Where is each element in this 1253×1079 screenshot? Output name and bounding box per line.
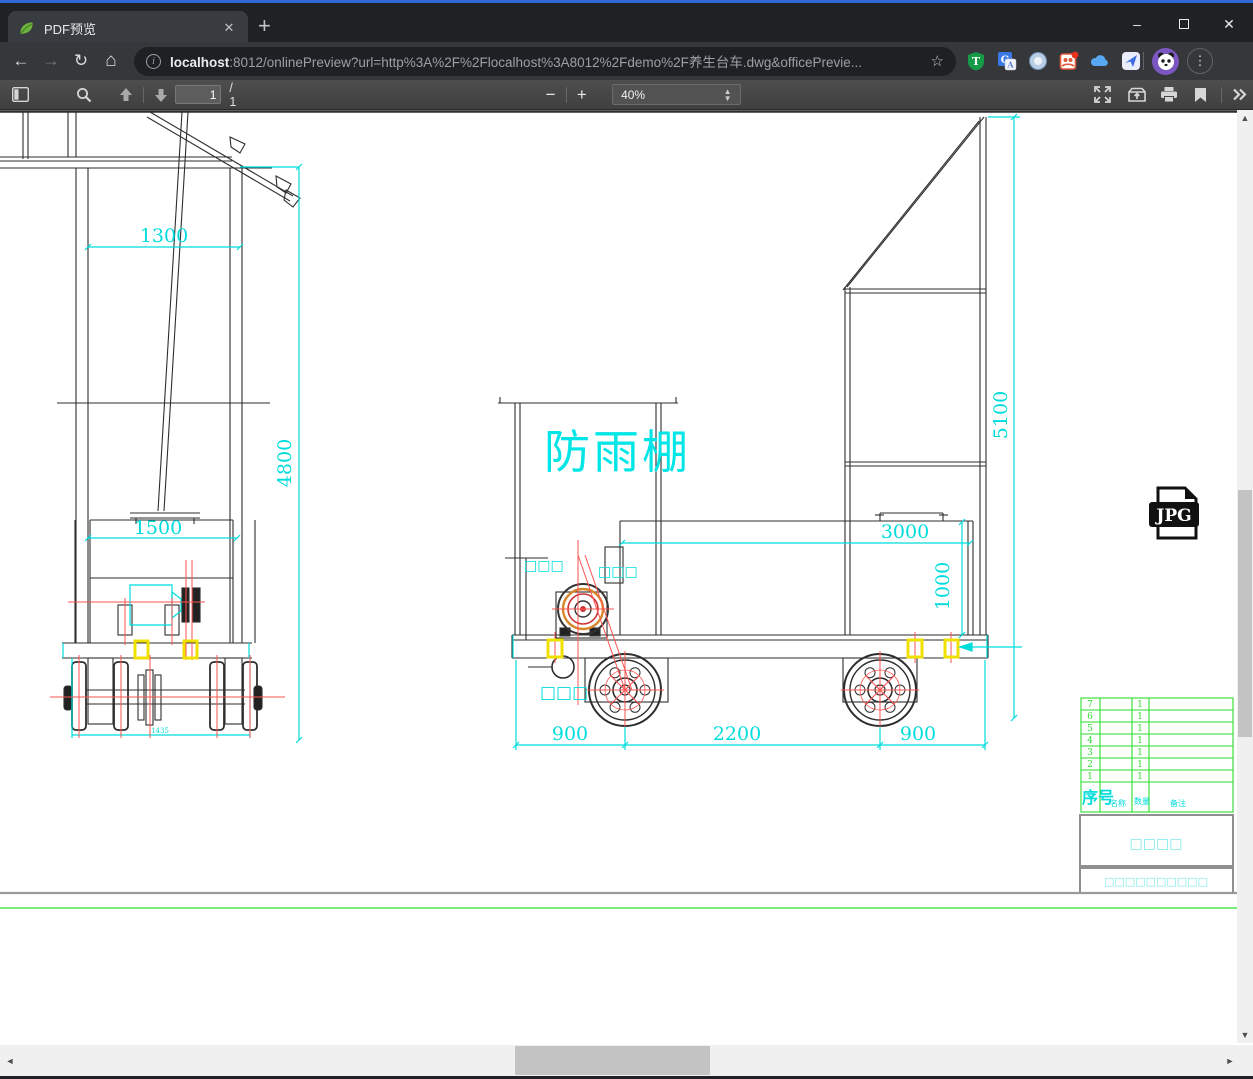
tab-title: PDF预览 [44,21,97,37]
page-count-label: / 1 [229,80,237,109]
svg-text:1: 1 [1137,748,1143,758]
scroll-left-icon[interactable]: ◄ [2,1056,18,1066]
forward-icon[interactable]: → [36,51,66,71]
new-tab-button[interactable]: + [258,15,271,37]
dim-1300: 1300 [140,225,188,247]
dim-1000: 1000 [932,562,954,610]
title-block-header-remark: 备注 [1170,798,1186,808]
translate-extension-icon[interactable]: G A [997,51,1017,71]
spring-leaf-favicon [20,22,33,34]
title-block-header-qty: 数量 [1134,796,1150,806]
bird-extension-icon[interactable] [1121,51,1141,71]
url-host: localhost [170,55,230,70]
svg-text:1: 1 [1137,760,1143,770]
side-view [498,116,989,703]
vertical-scrollbar[interactable]: ▲ ▼ [1237,110,1253,1043]
sidebar-toggle-icon[interactable] [6,87,34,102]
profile-avatar[interactable] [1152,47,1179,75]
zoom-in-button[interactable]: + [570,85,594,105]
tools-menu-icon[interactable] [1225,88,1253,101]
home-icon[interactable]: ⌂ [96,50,126,72]
dim-2200: 2200 [713,723,761,745]
open-file-icon[interactable] [1123,87,1151,103]
browser-toolbar: ← → ↻ ⌂ i localhost:8012/onlinePreview?u… [0,42,1253,80]
pdf-page-canvas[interactable]: 1300 4800 1500 1435 防雨棚 3000 1000 5100 9… [0,110,1237,1043]
browser-menu-icon[interactable]: ⋮ [1187,48,1213,74]
small-cad-text-a: □□□ [524,558,564,574]
bookmark-view-icon[interactable] [1187,87,1215,103]
jpg-file-icon: JPG [1149,486,1199,540]
back-icon[interactable]: ← [6,51,36,71]
label-rain-shelter: 防雨棚 [544,425,691,479]
small-cad-text-b: □□□ [598,564,638,580]
vertical-scrollbar-thumb[interactable] [1238,490,1252,737]
window-close-button[interactable]: ✕ [1214,13,1244,35]
svg-text:1: 1 [1137,700,1143,710]
cad-drawing: 1300 4800 1500 1435 防雨棚 3000 1000 5100 9… [0,110,1237,909]
dim-900-left: 900 [552,723,588,745]
window-minimize-button[interactable]: – [1122,13,1152,35]
page-info-icon[interactable]: i [146,53,161,69]
tampermonkey-extension-icon[interactable]: T [966,51,986,71]
find-previous-icon[interactable] [112,87,140,103]
reload-icon[interactable]: ↻ [66,51,96,71]
find-next-icon[interactable] [147,87,175,103]
extensions-row: T G A [966,51,1141,71]
scroll-right-icon[interactable]: ► [1222,1056,1238,1066]
tab-pdf-preview[interactable]: PDF预览 ✕ [8,11,248,45]
svg-text:1: 1 [1137,736,1143,746]
title-block-drawing-code: □□□□□□□□□□ [1104,875,1208,888]
zoom-caret-icon: ▲ ▼ [723,86,732,103]
presentation-mode-icon[interactable] [1089,86,1117,103]
svg-text:A: A [1006,60,1014,70]
horizontal-scrollbar-thumb[interactable] [515,1046,710,1075]
svg-text:1: 1 [1137,772,1143,782]
svg-text:4: 4 [1087,736,1093,746]
scroll-up-icon[interactable]: ▲ [1237,113,1253,123]
url-path: :8012/onlinePreview?url=http%3A%2F%2Floc… [229,55,862,70]
svg-text:T: T [972,55,981,68]
dim-1500: 1500 [134,517,182,539]
svg-text:7: 7 [1087,700,1093,710]
jpg-label: JPG [1154,506,1191,526]
title-block-header-name: 名称 [1110,798,1126,808]
search-icon[interactable] [70,87,98,103]
scroll-down-icon[interactable]: ▼ [1237,1030,1253,1040]
dim-5100: 5100 [990,391,1012,439]
svg-text:1: 1 [1137,712,1143,722]
panda-avatar-icon [1157,52,1174,70]
url-text[interactable]: localhost:8012/onlinePreview?url=http%3A… [170,51,925,71]
svg-text:1: 1 [1087,772,1093,782]
tab-close-icon[interactable]: ✕ [220,19,238,37]
small-cad-text-c: □□□ [540,683,588,703]
zoom-out-button[interactable]: − [538,85,562,105]
org-extension-icon[interactable] [1059,51,1079,71]
front-view [0,111,301,731]
svg-text:6: 6 [1087,712,1093,722]
title-block-drawing-name: □□□□ [1130,836,1183,852]
page-number-input[interactable] [175,85,222,104]
svg-text:3: 3 [1087,748,1093,758]
ring-extension-icon[interactable] [1028,51,1048,71]
horizontal-scrollbar[interactable]: ◄ ► [0,1045,1253,1076]
address-bar[interactable]: i localhost:8012/onlinePreview?url=http%… [134,46,956,76]
svg-text:5: 5 [1087,724,1093,734]
toolbar-separator [1143,52,1144,70]
dim-gauge: 1435 [151,727,169,735]
bookmark-star-icon[interactable]: ☆ [931,52,944,70]
cloud-extension-icon[interactable] [1090,51,1110,71]
svg-text:1: 1 [1137,724,1143,734]
dim-4800: 4800 [274,439,296,487]
print-icon[interactable] [1155,86,1183,103]
svg-text:2: 2 [1087,760,1093,770]
window-maximize-button[interactable] [1169,13,1199,35]
side-view-clamps [546,638,960,659]
pdf-toolbar: / 1 − + 40% ▲▼ [0,80,1253,110]
zoom-level-value: 40% [621,87,646,102]
zoom-level-select[interactable]: 40% ▲ ▼ [612,84,741,105]
tab-strip: PDF预览 ✕ + – ✕ [0,3,1253,45]
dim-3000: 3000 [881,521,929,543]
dim-900-right: 900 [900,723,936,745]
